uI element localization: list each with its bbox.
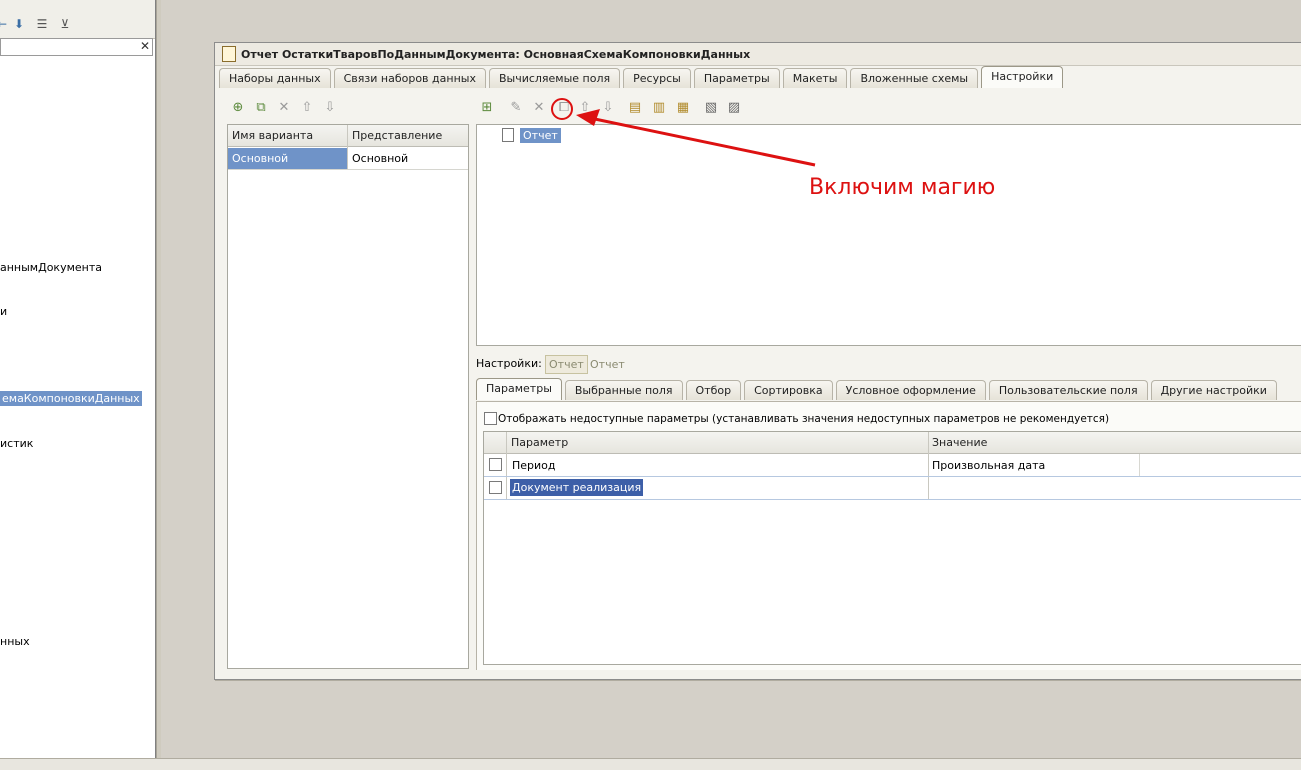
up-arrow-icon[interactable]: ← [0, 16, 10, 32]
move-down-icon[interactable]: ⇩ [322, 100, 338, 116]
tab-resources[interactable]: Ресурсы [623, 68, 691, 88]
metadata-tree-panel: ⊥ ✕ ← ⬇ ☰ ⊻ ✕ аннымДокумента и емаКомпон… [0, 0, 156, 758]
structure-root-item[interactable]: Отчет [520, 128, 561, 143]
settings-current-button[interactable]: Отчет [545, 355, 588, 374]
list-icon[interactable]: ☰ [34, 16, 50, 32]
parameters-header: Параметр Значение [484, 432, 1301, 454]
annotation-arrow [576, 109, 816, 167]
tree-item[interactable]: аннымДокумента [0, 261, 102, 274]
add-icon[interactable]: ⊕ [230, 100, 246, 116]
filter-icon[interactable]: ⊻ [57, 16, 73, 32]
settings-panel: Отображать недоступные параметры (устана… [476, 401, 1301, 670]
settings-tabs: Параметры Выбранные поля Отбор Сортировк… [476, 378, 1277, 400]
tab-calculated-fields[interactable]: Вычисляемые поля [488, 68, 621, 88]
parameters-table: Параметр Значение Период Произвольная да… [483, 431, 1301, 665]
tree-item[interactable]: нных [0, 635, 30, 648]
move-up-icon[interactable]: ⇧ [299, 100, 315, 116]
column-header[interactable]: Параметр [511, 436, 568, 449]
table-row[interactable]: Период Произвольная дата [484, 454, 1301, 477]
delete-icon[interactable]: ✕ [531, 100, 547, 116]
document-icon [502, 128, 514, 142]
report-window: Отчет ОстаткиТваровПоДаннымДокумента: Ос… [214, 42, 1301, 680]
annotation-text: Включим магию [809, 175, 996, 200]
tab-nested-schemas[interactable]: Вложенные схемы [850, 68, 979, 88]
settings-current-text: Отчет [590, 358, 625, 371]
variant-name: Основной [228, 148, 347, 169]
tab-parameters[interactable]: Параметры [693, 68, 780, 88]
tab-dataset-links[interactable]: Связи наборов данных [333, 68, 486, 88]
left-toolbar: ← ⬇ ☰ ⊻ [0, 0, 155, 39]
schema-tabs: Наборы данных Связи наборов данных Вычис… [219, 66, 1064, 88]
table-row[interactable]: Основной Основной [228, 148, 468, 170]
down-arrow-icon[interactable]: ⬇ [11, 16, 27, 32]
column-header[interactable]: Значение [932, 436, 987, 449]
show-unavailable-label: Отображать недоступные параметры (устана… [498, 413, 1110, 425]
variants-table: Имя варианта Представление Основной Осно… [227, 124, 469, 669]
tab-datasets[interactable]: Наборы данных [219, 68, 331, 88]
variant-presentation: Основной [352, 152, 409, 165]
delete-icon[interactable]: ✕ [276, 100, 292, 116]
tab-layouts[interactable]: Макеты [782, 68, 848, 88]
tab-selected-fields[interactable]: Выбранные поля [564, 380, 683, 400]
column-header[interactable]: Имя варианта [232, 129, 313, 142]
column-header[interactable]: Представление [352, 129, 442, 142]
row-checkbox[interactable] [489, 458, 502, 471]
tab-user-fields[interactable]: Пользовательские поля [988, 380, 1148, 400]
clear-search-icon[interactable]: ✕ [140, 39, 150, 53]
tab-settings[interactable]: Настройки [981, 66, 1064, 88]
tab-filter[interactable]: Отбор [685, 380, 742, 400]
tree-item[interactable]: и [0, 305, 7, 318]
tab-sorting[interactable]: Сортировка [744, 380, 833, 400]
row-checkbox[interactable] [489, 481, 502, 494]
copy-icon[interactable]: ⧉ [253, 100, 269, 116]
tab-conditional-formatting[interactable]: Условное оформление [835, 380, 986, 400]
search-input[interactable]: ✕ [0, 38, 153, 56]
window-title: Отчет ОстаткиТваровПоДаннымДокумента: Ос… [241, 48, 751, 61]
tree-item-selected[interactable]: емаКомпоновкиДанных [0, 391, 142, 406]
report-icon [222, 46, 236, 62]
window-titlebar: Отчет ОстаткиТваровПоДаннымДокумента: Ос… [215, 43, 1301, 66]
table-row[interactable]: Документ реализация [484, 477, 1301, 500]
tree-item[interactable]: истик [0, 437, 33, 450]
parameter-name: Документ реализация [508, 478, 645, 497]
parameter-name: Период [512, 459, 556, 472]
panel-splitter[interactable] [156, 0, 161, 758]
edit-icon[interactable]: ✎ [508, 100, 524, 116]
parameter-value[interactable]: Произвольная дата [932, 459, 1045, 472]
tab-other-settings[interactable]: Другие настройки [1150, 380, 1277, 400]
add-grouping-icon[interactable]: ⊞ [479, 100, 495, 116]
variants-header: Имя варианта Представление [228, 125, 468, 147]
status-bar [0, 758, 1301, 770]
tab-parameters[interactable]: Параметры [476, 378, 562, 400]
show-unavailable-checkbox[interactable] [484, 412, 497, 425]
settings-label: Настройки: [476, 357, 542, 370]
